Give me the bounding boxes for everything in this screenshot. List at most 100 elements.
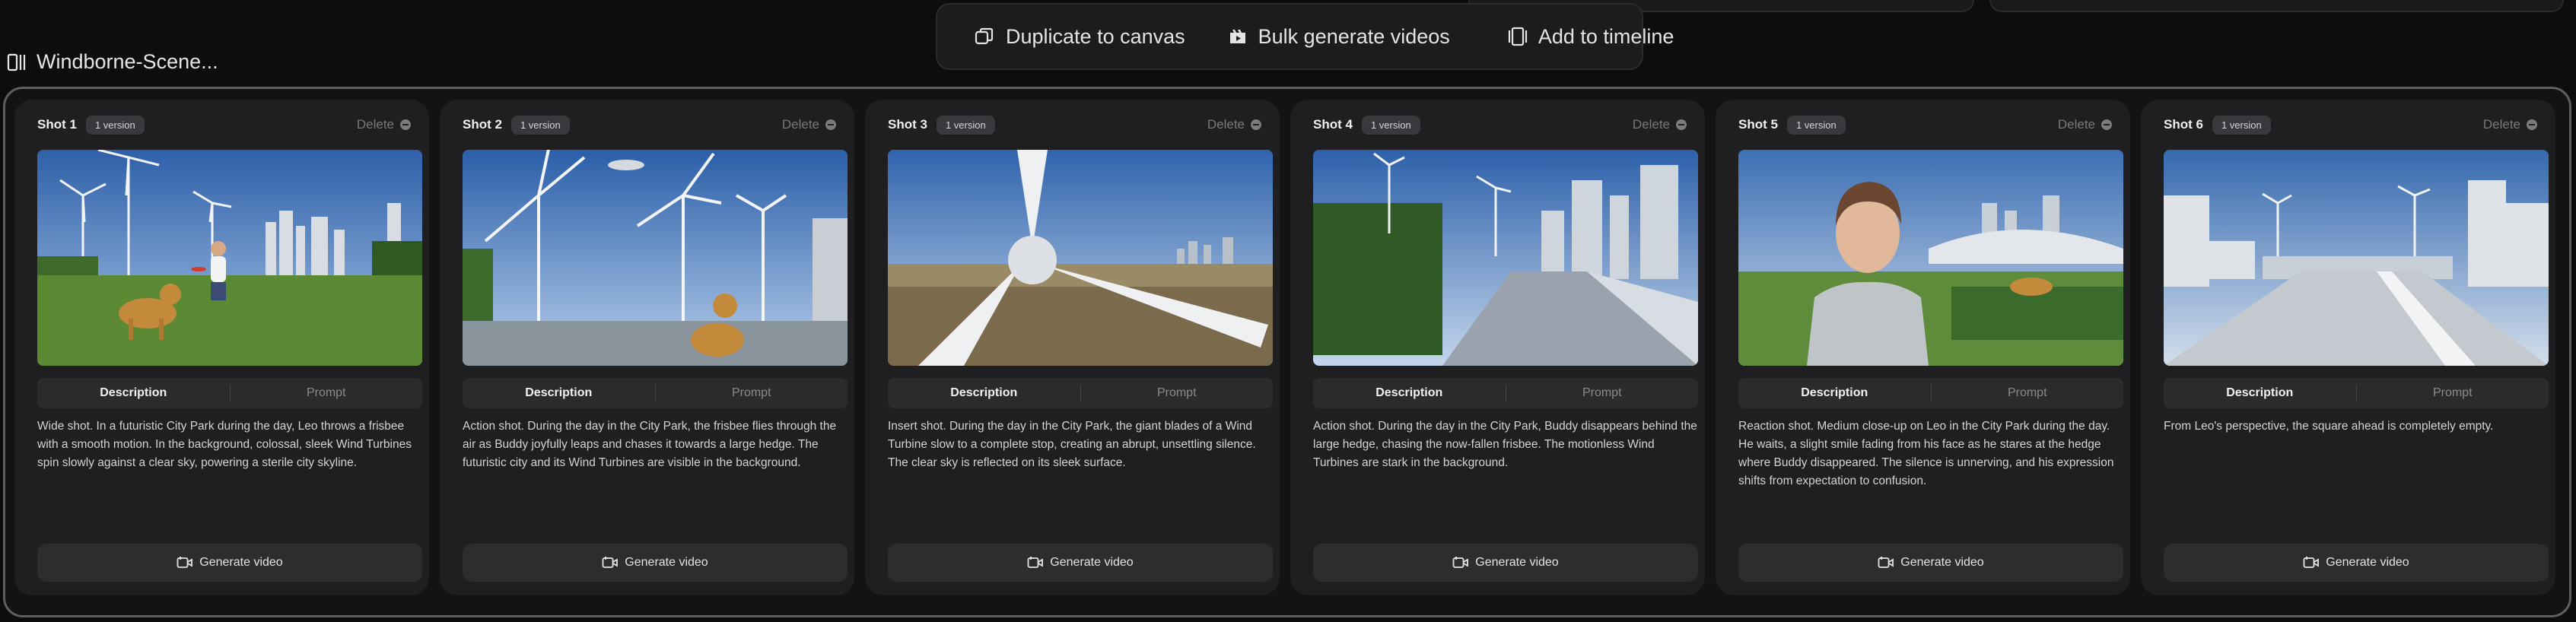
delete-button[interactable]: Delete: [1207, 117, 1261, 132]
video-icon: [1452, 557, 1469, 568]
add-to-timeline-label: Add to timeline: [1538, 24, 1674, 48]
generate-video-button[interactable]: Generate video: [1738, 544, 2123, 582]
generate-video-label: Generate video: [1900, 556, 1984, 569]
version-badge[interactable]: 1 version: [1361, 115, 1420, 135]
shot-thumbnail[interactable]: [2164, 150, 2549, 366]
tab-description[interactable]: Description: [888, 386, 1080, 400]
shot-card-4[interactable]: Shot 4 1 version Delete Description Prom…: [1290, 100, 1705, 595]
generate-video-label: Generate video: [625, 556, 708, 569]
shot-card-3[interactable]: Shot 3 1 version Delete Description Prom…: [865, 100, 1280, 595]
shot-tabs: Description Prompt: [2164, 378, 2549, 408]
shot-description: Action shot. During the day in the City …: [463, 420, 837, 469]
shot-title: Shot 2: [463, 117, 502, 132]
shot-title: Shot 5: [1738, 117, 1778, 132]
shot-description: From Leo's perspective, the square ahead…: [2164, 420, 2494, 433]
remove-icon: [400, 119, 411, 130]
duplicate-icon: [975, 27, 994, 45]
shot-card-header: Shot 2 1 version Delete: [463, 110, 836, 139]
remove-icon: [2527, 119, 2537, 130]
shot-tabs: Description Prompt: [1313, 378, 1698, 408]
shot-thumbnail[interactable]: [37, 150, 422, 366]
delete-button[interactable]: Delete: [782, 117, 836, 132]
tab-description[interactable]: Description: [1738, 386, 1931, 400]
shot-tabs: Description Prompt: [888, 378, 1273, 408]
tab-prompt[interactable]: Prompt: [1932, 386, 2124, 400]
shot-thumbnail[interactable]: [463, 150, 848, 366]
video-icon: [177, 557, 193, 568]
generate-video-label: Generate video: [1475, 556, 1559, 569]
video-icon: [2303, 557, 2320, 568]
generate-video-button[interactable]: Generate video: [37, 544, 422, 582]
delete-label: Delete: [1632, 117, 1670, 132]
shot-title: Shot 4: [1313, 117, 1353, 132]
remove-icon: [1676, 119, 1687, 130]
tab-prompt[interactable]: Prompt: [656, 386, 848, 400]
version-badge[interactable]: 1 version: [936, 115, 995, 135]
version-badge[interactable]: 1 version: [85, 115, 145, 135]
delete-label: Delete: [2057, 117, 2095, 132]
shot-thumbnail[interactable]: [1313, 150, 1698, 366]
tab-prompt[interactable]: Prompt: [231, 386, 423, 400]
remove-icon: [2101, 119, 2112, 130]
video-icon: [1878, 557, 1894, 568]
delete-button[interactable]: Delete: [2483, 117, 2537, 132]
storyboard-icon: [7, 53, 26, 71]
duplicate-label: Duplicate to canvas: [1006, 24, 1185, 48]
tab-description[interactable]: Description: [463, 386, 655, 400]
video-generate-icon: [1229, 30, 1245, 43]
add-to-timeline-button[interactable]: Add to timeline: [1490, 14, 1693, 59]
shot-tabs: Description Prompt: [37, 378, 422, 408]
shot-card-list: Shot 1 1 version Delete Description Prom…: [14, 100, 2555, 595]
shot-card-header: Shot 6 1 version Delete: [2164, 110, 2537, 139]
shot-card-1[interactable]: Shot 1 1 version Delete Description Prom…: [14, 100, 429, 595]
delete-label: Delete: [356, 117, 394, 132]
bulk-generate-label: Bulk generate videos: [1258, 24, 1450, 48]
video-icon: [602, 557, 619, 568]
shot-title: Shot 3: [888, 117, 927, 132]
tab-prompt[interactable]: Prompt: [1506, 386, 1699, 400]
tab-prompt[interactable]: Prompt: [2357, 386, 2549, 400]
shot-thumbnail[interactable]: [888, 150, 1273, 366]
tab-prompt[interactable]: Prompt: [1081, 386, 1274, 400]
shot-card-header: Shot 4 1 version Delete: [1313, 110, 1687, 139]
delete-button[interactable]: Delete: [1633, 117, 1687, 132]
shot-thumbnail[interactable]: [1738, 150, 2123, 366]
shot-title: Shot 6: [2164, 117, 2203, 132]
shot-card-6[interactable]: Shot 6 1 version Delete Description Prom…: [2141, 100, 2555, 595]
version-badge[interactable]: 1 version: [1786, 115, 1846, 135]
shot-description: Insert shot. During the day in the City …: [888, 420, 1256, 469]
remove-icon: [825, 119, 836, 130]
tab-description[interactable]: Description: [37, 386, 230, 400]
bulk-generate-videos-button[interactable]: Bulk generate videos: [1210, 14, 1468, 59]
remove-icon: [1251, 119, 1261, 130]
tab-description[interactable]: Description: [1313, 386, 1506, 400]
delete-label: Delete: [2482, 117, 2520, 132]
version-badge[interactable]: 1 version: [2212, 115, 2271, 135]
scene-title-label: Windborne-Scene...: [37, 50, 218, 73]
shot-description: Wide shot. In a futuristic City Park dur…: [37, 420, 412, 469]
canvas-node-edge-right: [1989, 0, 2564, 12]
scene-title[interactable]: Windborne-Scene...: [6, 50, 218, 74]
generate-video-button[interactable]: Generate video: [2164, 544, 2549, 582]
delete-button[interactable]: Delete: [2058, 117, 2112, 132]
tab-description[interactable]: Description: [2164, 386, 2356, 400]
delete-button[interactable]: Delete: [357, 117, 411, 132]
shot-tabs: Description Prompt: [463, 378, 848, 408]
generate-video-button[interactable]: Generate video: [1313, 544, 1698, 582]
duplicate-to-canvas-button[interactable]: Duplicate to canvas: [956, 14, 1204, 59]
generate-video-label: Generate video: [2326, 556, 2409, 569]
floating-toolbar: Duplicate to canvas Bulk generate videos…: [936, 3, 1674, 70]
shot-card-5[interactable]: Shot 5 1 version Delete Description Prom…: [1716, 100, 2130, 595]
shot-title: Shot 1: [37, 117, 77, 132]
generate-video-button[interactable]: Generate video: [463, 544, 848, 582]
shot-card-header: Shot 5 1 version Delete: [1738, 110, 2112, 139]
generate-video-button[interactable]: Generate video: [888, 544, 1273, 582]
generate-video-label: Generate video: [199, 556, 283, 569]
video-icon: [1027, 557, 1044, 568]
delete-label: Delete: [1207, 117, 1245, 132]
delete-label: Delete: [781, 117, 819, 132]
shot-card-header: Shot 3 1 version Delete: [888, 110, 1261, 139]
version-badge[interactable]: 1 version: [510, 115, 570, 135]
shot-description: Reaction shot. Medium close-up on Leo in…: [1738, 420, 2114, 487]
shot-card-2[interactable]: Shot 2 1 version Delete Description Prom…: [440, 100, 854, 595]
